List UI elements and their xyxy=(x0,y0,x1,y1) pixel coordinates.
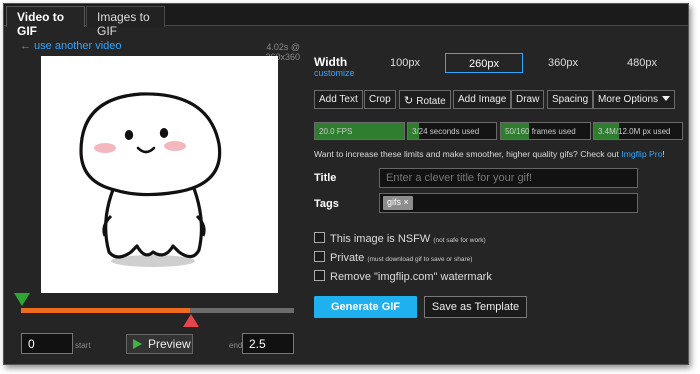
timeline-selected-range xyxy=(21,308,191,313)
tab-video-to-gif[interactable]: Video to GIF xyxy=(6,6,85,38)
pixels-meter: 3.4M/12.0M px used xyxy=(593,122,683,140)
more-options-button[interactable]: More Options xyxy=(593,90,676,109)
add-text-button[interactable]: Add Text xyxy=(314,90,363,109)
private-checkbox[interactable] xyxy=(314,251,325,262)
upsell-text: Want to increase these limits and make s… xyxy=(314,149,665,159)
fps-meter-label: 20.0 FPS xyxy=(319,127,353,136)
title-label: Title xyxy=(314,172,337,184)
start-label: start xyxy=(75,341,91,350)
width-option-480[interactable]: 480px xyxy=(603,53,681,73)
customize-width-link[interactable]: customize xyxy=(314,68,355,78)
more-options-label: More Options xyxy=(598,94,659,105)
tags-label: Tags xyxy=(314,198,339,210)
width-option-100[interactable]: 100px xyxy=(366,53,444,73)
gif-preview xyxy=(41,56,278,293)
frames-meter: 50/160 frames used xyxy=(500,122,591,140)
start-handle-icon[interactable] xyxy=(14,293,30,306)
start-time-input[interactable]: 0 xyxy=(21,333,73,354)
rotate-button[interactable]: ↻ Rotate xyxy=(399,90,451,109)
imgflip-pro-link[interactable]: Imgflip Pro xyxy=(621,149,662,159)
use-another-video-link[interactable]: ← use another video xyxy=(20,40,122,52)
tab-images-to-gif[interactable]: Images to GIF xyxy=(86,6,165,38)
save-as-template-button[interactable]: Save as Template xyxy=(424,296,527,318)
rotate-icon: ↻ xyxy=(404,95,414,107)
rotate-label: Rotate xyxy=(416,96,446,107)
frames-meter-label: 50/160 frames used xyxy=(505,127,576,136)
end-time-input[interactable]: 2.5 xyxy=(242,333,294,354)
watermark-checkbox[interactable] xyxy=(314,270,325,281)
width-option-260[interactable]: 260px xyxy=(445,53,523,73)
width-label: Width xyxy=(314,55,348,69)
crop-button[interactable]: Crop xyxy=(364,90,396,109)
private-option[interactable]: Private (must download gif to save or sh… xyxy=(314,251,472,264)
tab-bar: Video to GIF Images to GIF xyxy=(4,4,688,38)
watermark-option[interactable]: Remove "imgflip.com" watermark xyxy=(314,270,492,283)
tags-input[interactable]: gifs × xyxy=(379,193,638,213)
blob-character-image xyxy=(79,92,222,267)
title-input[interactable]: Enter a clever title for your gif! xyxy=(379,168,638,188)
gif-maker-panel: Video to GIF Images to GIF ← use another… xyxy=(3,3,689,365)
end-label: end xyxy=(229,341,243,350)
caret-down-icon xyxy=(662,96,671,101)
preview-label: Preview xyxy=(148,337,191,351)
generate-gif-button[interactable]: Generate GIF xyxy=(314,296,417,318)
spacing-button[interactable]: Spacing xyxy=(547,90,594,109)
end-handle-icon[interactable] xyxy=(183,314,199,327)
seconds-meter: 3/24 seconds used xyxy=(407,122,497,140)
width-option-360[interactable]: 360px xyxy=(524,53,602,73)
seconds-meter-label: 3/24 seconds used xyxy=(412,127,480,136)
preview-button[interactable]: Preview xyxy=(126,334,193,354)
pixels-meter-label: 3.4M/12.0M px used xyxy=(598,127,671,136)
draw-button[interactable]: Draw xyxy=(511,90,545,109)
play-icon xyxy=(133,339,142,349)
tag-chip[interactable]: gifs × xyxy=(383,196,413,210)
nsfw-option[interactable]: This image is NSFW (not safe for work) xyxy=(314,232,486,245)
add-image-button[interactable]: Add Image xyxy=(453,90,512,109)
fps-meter: 20.0 FPS xyxy=(314,122,405,140)
nsfw-checkbox[interactable] xyxy=(314,232,325,243)
